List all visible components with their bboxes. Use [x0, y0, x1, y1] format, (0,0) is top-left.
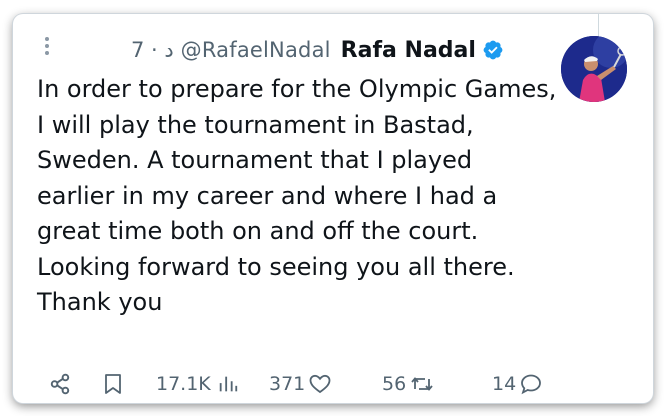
more-vertical-icon[interactable] [44, 37, 50, 59]
retweet-count: 56 [382, 373, 407, 395]
action-bar: 17.1K 371 56 14 [13, 369, 653, 399]
heart-icon [309, 374, 331, 394]
share-button[interactable] [47, 369, 73, 399]
views-button[interactable]: 17.1K [156, 369, 239, 399]
retweet-button[interactable]: 56 [382, 369, 436, 399]
reply-icon [521, 374, 542, 395]
tweet-text: In order to prepare for the Olympic Game… [37, 75, 557, 316]
share-icon [50, 373, 70, 395]
retweet-icon [411, 377, 433, 391]
tweet-handle[interactable]: @RafaelNadal [181, 38, 331, 62]
bookmark-button[interactable] [101, 369, 125, 399]
views-count: 17.1K [156, 373, 211, 395]
like-count: 371 [269, 373, 306, 395]
reply-count: 14 [492, 373, 517, 395]
display-name[interactable]: Rafa Nadal [341, 38, 476, 63]
like-button[interactable]: 371 [269, 369, 333, 399]
analytics-icon [219, 376, 237, 392]
reply-button[interactable]: 14 [492, 369, 544, 399]
bookmark-icon [105, 374, 121, 394]
tweet-header: 7 · د @RafaelNadal Rafa Nadal [131, 33, 504, 67]
tweet-time[interactable]: 7 · د [131, 38, 174, 62]
verified-badge-icon [483, 40, 503, 60]
avatar-image [561, 36, 627, 102]
tweet-card: 7 · د @RafaelNadal Rafa Nadal In order t… [13, 14, 653, 403]
avatar[interactable] [561, 36, 627, 102]
